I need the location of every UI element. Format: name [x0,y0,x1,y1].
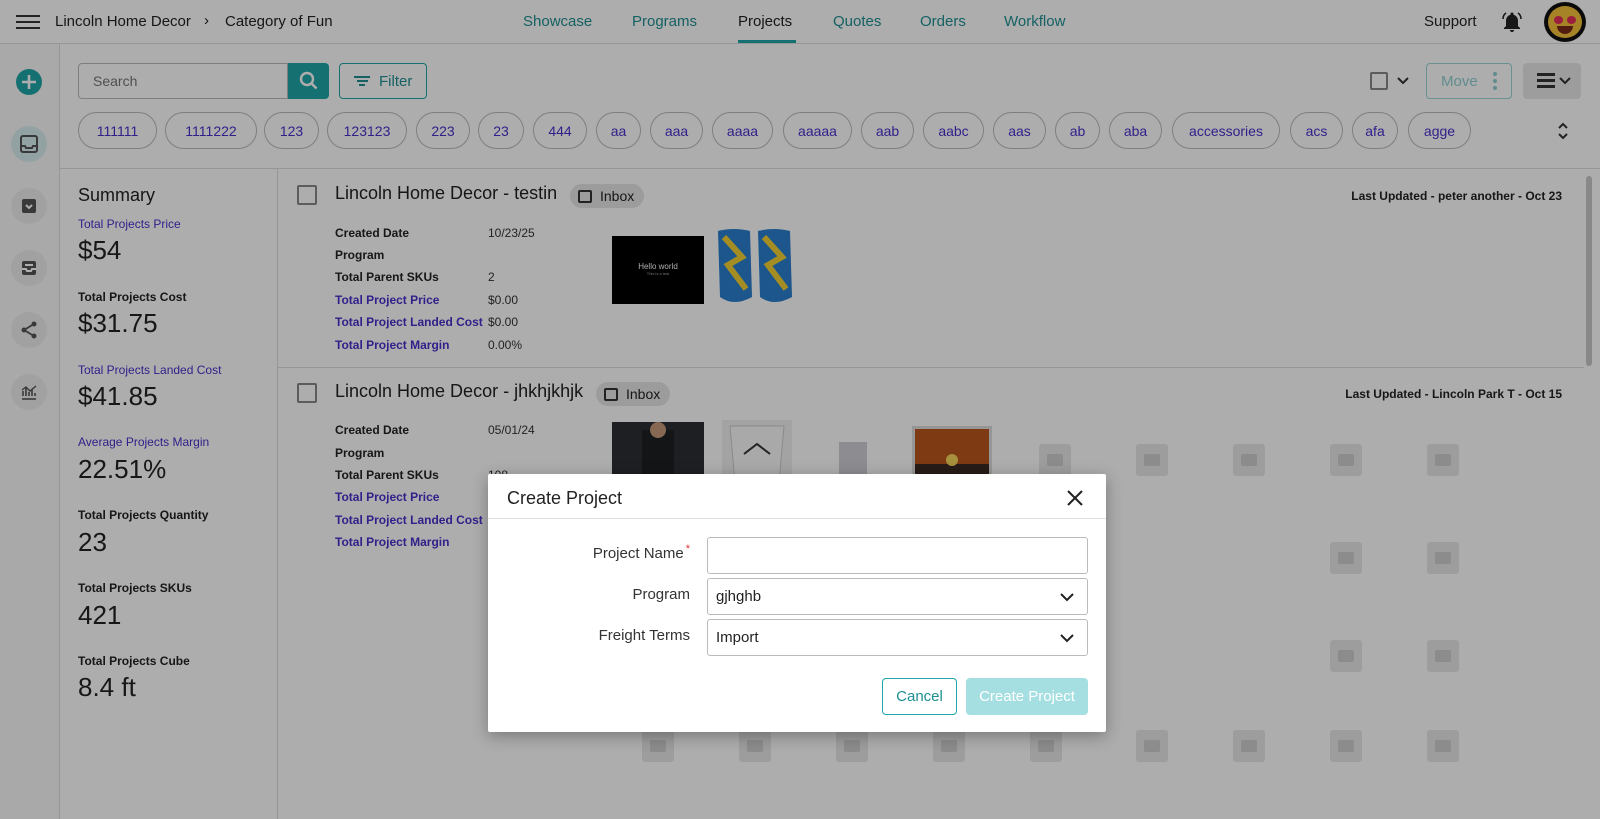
create-project-dialog: Create Project Project Name * Program gjh… [488,474,1106,732]
project-name-field[interactable] [707,537,1088,574]
required-marker: * [685,543,690,555]
create-project-button[interactable]: Create Project [966,678,1088,715]
freight-terms-select-value: Import [716,629,759,646]
program-select-value: gjhghb [716,588,762,605]
cancel-button[interactable]: Cancel [882,678,957,715]
divider [488,518,1106,519]
dialog-title: Create Project [507,488,623,508]
close-icon[interactable] [1063,486,1087,510]
project-name-label-text: Project Name [592,545,684,562]
program-select[interactable]: gjhghb [707,578,1088,615]
project-name-label: Project Name * [592,543,690,562]
chevron-down-icon [1060,634,1074,643]
chevron-down-icon [1060,593,1074,602]
program-label: Program [632,586,690,603]
freight-terms-select[interactable]: Import [707,619,1088,656]
freight-terms-label: Freight Terms [598,627,690,644]
